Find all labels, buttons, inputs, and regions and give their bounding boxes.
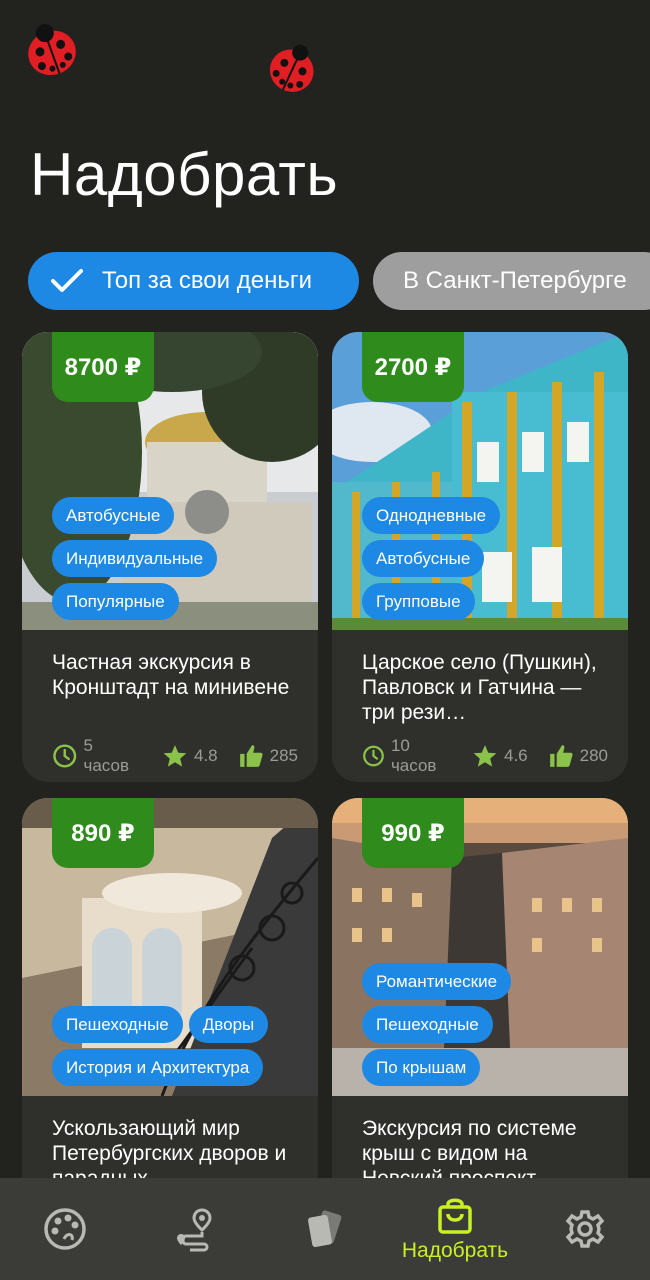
tag[interactable]: Групповые: [362, 583, 475, 620]
likes-text: 280: [579, 746, 608, 765]
nav-item-cards[interactable]: [260, 1178, 390, 1280]
thumbs-up-icon: [239, 745, 263, 767]
rating-text: 4.6: [503, 746, 528, 765]
tour-photo: 990 ₽ Романтические Пешеходные По крышам: [332, 798, 628, 1096]
screen: Надобрать Топ за свои деньги В Санкт-Пет…: [0, 0, 650, 1280]
tag[interactable]: Индивидуальные: [52, 540, 218, 577]
rating: 4.6: [472, 743, 528, 769]
price-badge: 990 ₽: [362, 798, 464, 868]
likes: 285: [238, 743, 298, 769]
tour-photo: 8700 ₽ Автобусные Индивидуальные Популяр…: [22, 332, 318, 630]
price-badge: 2700 ₽: [362, 332, 464, 402]
duration-text: 10 часов: [390, 736, 437, 775]
duration-text: 5 часов: [83, 736, 129, 775]
tour-card[interactable]: 990 ₽ Романтические Пешеходные По крышам…: [332, 798, 628, 1218]
tour-card[interactable]: 890 ₽ Пешеходные Дворы История и Архитек…: [22, 798, 318, 1218]
duration: 10 часов: [362, 736, 452, 776]
tag-list: Автобусные Индивидуальные Популярные: [52, 497, 218, 620]
route-icon: [177, 1208, 212, 1252]
tag-list: Романтические Пешеходные По крышам: [362, 963, 512, 1086]
tour-card[interactable]: 8700 ₽ Автобусные Индивидуальные Популяр…: [22, 332, 318, 782]
filter-chip-top[interactable]: Топ за свои деньги: [28, 252, 359, 310]
tag[interactable]: Автобусные: [52, 497, 175, 534]
bottom-nav: Надобрать: [0, 1178, 650, 1280]
tour-photo: 2700 ₽ Однодневные Автобусные Групповые: [332, 332, 628, 630]
tag[interactable]: По крышам: [362, 1049, 481, 1086]
nav-item-settings[interactable]: [520, 1178, 650, 1280]
rating-text: 4.8: [193, 746, 218, 765]
page-title: Надобрать: [30, 141, 339, 208]
nav-item-route[interactable]: [130, 1178, 260, 1280]
tag[interactable]: История и Архитектура: [52, 1049, 264, 1086]
likes: 280: [548, 743, 608, 769]
tag[interactable]: Романтические: [362, 963, 512, 1000]
tour-card[interactable]: 2700 ₽ Однодневные Автобусные Групповые …: [332, 332, 628, 782]
ladybug-icon: [22, 22, 80, 78]
filter-chip-label: В Санкт-Петербурге: [403, 267, 627, 294]
ladybug-icon: [264, 40, 322, 96]
tag[interactable]: Автобусные: [362, 540, 485, 577]
clock-icon: [53, 744, 77, 768]
filter-chip-label: Топ за свои деньги: [102, 267, 312, 294]
nav-item-palette[interactable]: [0, 1178, 130, 1280]
tour-title: Частная экскурсия в Кронштадт на минивен…: [52, 651, 290, 699]
likes-text: 285: [269, 746, 298, 765]
thumbs-up-icon: [549, 745, 573, 767]
tour-title: Царское село (Пушкин), Павловск и Гатчин…: [362, 651, 597, 724]
tag[interactable]: Пешеходные: [52, 1006, 183, 1043]
star-icon: [163, 745, 187, 767]
star-icon: [473, 745, 497, 767]
tour-meta: 5 часов 4.8 285: [22, 736, 318, 776]
tag[interactable]: Популярные: [52, 583, 179, 620]
tag-list: Пешеходные Дворы История и Архитектура: [52, 1006, 269, 1086]
gear-icon: [565, 1210, 605, 1248]
tag[interactable]: Однодневные: [362, 497, 501, 534]
duration: 5 часов: [52, 736, 142, 776]
price-badge: 890 ₽: [52, 798, 154, 868]
rating: 4.8: [162, 743, 218, 769]
tag-list: Однодневные Автобусные Групповые: [362, 497, 501, 620]
tag[interactable]: Дворы: [188, 1006, 269, 1043]
tour-photo: 890 ₽ Пешеходные Дворы История и Архитек…: [22, 798, 318, 1096]
clock-icon: [363, 745, 384, 767]
tour-meta: 10 часов 4.6 280: [332, 736, 628, 776]
price-badge: 8700 ₽: [52, 332, 154, 402]
check-icon: [50, 267, 84, 295]
filter-chips: Топ за свои деньги В Санкт-Петербурге: [28, 252, 650, 310]
nav-label: Надобрать: [401, 1239, 509, 1262]
cards-icon: [308, 1210, 342, 1248]
tag[interactable]: Пешеходные: [362, 1006, 493, 1043]
shopping-bag-icon: [438, 1198, 472, 1234]
palette-icon: [44, 1208, 86, 1250]
filter-chip-spb[interactable]: В Санкт-Петербурге: [373, 252, 650, 310]
nav-item-nadobrat[interactable]: Надобрать: [390, 1178, 520, 1280]
